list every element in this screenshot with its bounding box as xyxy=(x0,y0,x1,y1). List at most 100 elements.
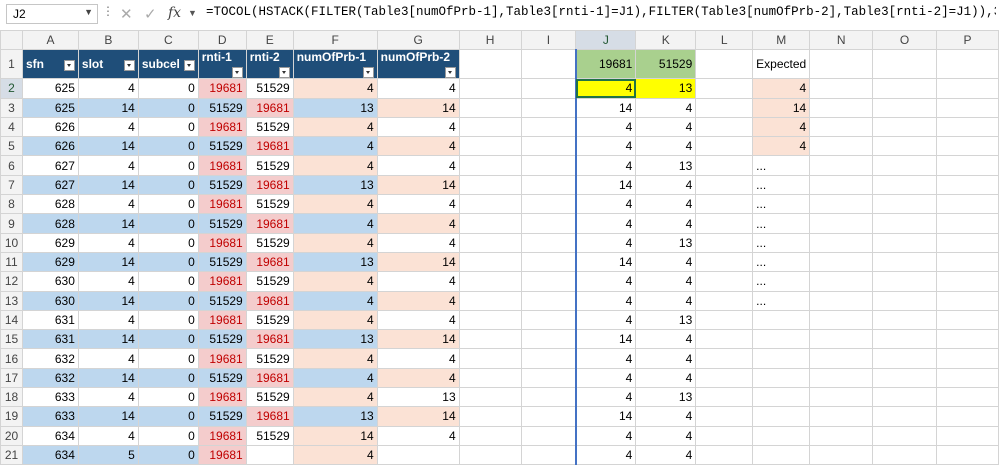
cell[interactable] xyxy=(935,136,999,157)
cell[interactable] xyxy=(458,232,522,253)
row-header-21[interactable]: 21 xyxy=(0,444,23,465)
cell[interactable] xyxy=(458,367,522,389)
cell[interactable] xyxy=(872,406,937,427)
cell[interactable] xyxy=(695,367,754,389)
cell[interactable] xyxy=(809,213,874,234)
row-header-16[interactable]: 16 xyxy=(0,348,23,369)
cell[interactable] xyxy=(458,329,522,350)
table-cell[interactable]: 4 xyxy=(292,367,378,389)
table-cell[interactable]: 0 xyxy=(137,367,199,389)
cell[interactable] xyxy=(872,136,937,157)
cell[interactable] xyxy=(458,387,522,408)
table-cell[interactable]: 4 xyxy=(292,78,378,99)
table-cell[interactable]: 4 xyxy=(292,290,378,311)
spill-cell[interactable]: 4 xyxy=(574,271,637,292)
cell[interactable] xyxy=(935,290,999,311)
table-cell[interactable]: 51529 xyxy=(197,97,247,118)
spill-cell[interactable]: 4 xyxy=(635,348,697,369)
spill-cell[interactable]: 4 xyxy=(635,174,697,196)
cell[interactable] xyxy=(520,232,577,253)
table-cell[interactable]: 4 xyxy=(376,78,460,99)
row-header-14[interactable]: 14 xyxy=(0,309,23,331)
column-header-h[interactable]: H xyxy=(458,29,522,51)
cell[interactable] xyxy=(520,155,577,176)
filter-dropdown-icon[interactable] xyxy=(183,60,195,72)
spill-cell[interactable]: 4 xyxy=(574,348,637,369)
spill-cell[interactable]: 4 xyxy=(574,155,637,176)
spill-cell[interactable]: 4 xyxy=(635,116,697,138)
cell[interactable] xyxy=(458,155,522,176)
table-cell[interactable]: 0 xyxy=(137,271,199,292)
cell[interactable] xyxy=(458,194,522,215)
cell[interactable] xyxy=(458,78,522,99)
table-cell[interactable]: 0 xyxy=(137,425,199,446)
table-cell[interactable]: 0 xyxy=(137,116,199,138)
table-cell[interactable]: 0 xyxy=(137,406,199,427)
table-cell[interactable]: 19681 xyxy=(245,251,294,273)
table-cell[interactable]: 4 xyxy=(77,194,139,215)
table-cell[interactable]: 0 xyxy=(137,232,199,253)
table-cell[interactable]: 13 xyxy=(292,251,378,273)
table-cell[interactable]: 4 xyxy=(77,271,139,292)
spill-cell[interactable]: 13 xyxy=(635,309,697,331)
table-cell[interactable]: 4 xyxy=(376,367,460,389)
cell[interactable] xyxy=(695,444,754,465)
cell[interactable] xyxy=(809,367,874,389)
row-header-12[interactable]: 12 xyxy=(0,271,23,292)
cell[interactable] xyxy=(520,367,577,389)
cell[interactable] xyxy=(695,97,754,118)
cell[interactable] xyxy=(752,329,811,350)
spill-cell[interactable]: 4 xyxy=(635,406,697,427)
row-header-1[interactable]: 1 xyxy=(0,49,23,80)
cell[interactable] xyxy=(809,136,874,157)
column-header-f[interactable]: F xyxy=(292,29,378,51)
table-cell[interactable]: 626 xyxy=(21,116,79,138)
table-cell[interactable]: 0 xyxy=(137,194,199,215)
cell[interactable] xyxy=(520,213,577,234)
table-cell[interactable]: 19681 xyxy=(245,174,294,196)
cell[interactable] xyxy=(809,49,874,80)
row-header-18[interactable]: 18 xyxy=(0,387,23,408)
cell[interactable] xyxy=(520,348,577,369)
table-cell[interactable]: 4 xyxy=(77,425,139,446)
cell[interactable] xyxy=(520,329,577,350)
cell[interactable] xyxy=(520,290,577,311)
insert-function-icon[interactable]: fx xyxy=(168,5,181,21)
table-cell[interactable]: 4 xyxy=(376,136,460,157)
spill-cell[interactable]: 13 xyxy=(635,387,697,408)
table-cell[interactable]: 13 xyxy=(292,174,378,196)
cell[interactable] xyxy=(935,387,999,408)
table-cell[interactable]: 630 xyxy=(21,290,79,311)
formula-input[interactable]: =TOCOL(HSTACK(FILTER(Table3[numOfPrb-1],… xyxy=(206,5,996,25)
cell[interactable] xyxy=(520,174,577,196)
cell[interactable] xyxy=(520,251,577,273)
spreadsheet-grid[interactable]: ABCDEFGHIJKLMNOP 1 sfn slot subcel rnti-1 rnt… xyxy=(0,29,999,465)
cell[interactable] xyxy=(695,271,754,292)
cell[interactable] xyxy=(872,174,937,196)
column-header-a[interactable]: A xyxy=(21,29,79,51)
expected-value[interactable]: 4 xyxy=(752,136,811,157)
table-cell[interactable]: 4 xyxy=(292,348,378,369)
spill-cell[interactable]: 4 xyxy=(574,444,637,465)
cell[interactable] xyxy=(935,155,999,176)
table-cell[interactable]: 4 xyxy=(292,309,378,331)
row-header-6[interactable]: 6 xyxy=(0,155,23,176)
cell[interactable] xyxy=(458,290,522,311)
spill-cell[interactable]: 14 xyxy=(574,251,637,273)
table-cell[interactable]: 13 xyxy=(292,329,378,350)
row-header-8[interactable]: 8 xyxy=(0,194,23,215)
cell[interactable] xyxy=(872,116,937,138)
table-cell[interactable]: 4 xyxy=(376,348,460,369)
table-cell[interactable]: 51529 xyxy=(197,136,247,157)
cell[interactable] xyxy=(695,194,754,215)
cell[interactable] xyxy=(458,116,522,138)
spill-cell[interactable]: 4 xyxy=(635,329,697,350)
table-cell[interactable]: 51529 xyxy=(245,194,294,215)
filter-dropdown-icon[interactable] xyxy=(362,67,374,78)
cell[interactable] xyxy=(872,329,937,350)
table-cell[interactable]: 633 xyxy=(21,406,79,427)
table-cell[interactable]: 630 xyxy=(21,271,79,292)
table-cell[interactable]: 14 xyxy=(77,406,139,427)
cancel-icon[interactable]: ✕ xyxy=(120,5,133,23)
table-cell[interactable]: 0 xyxy=(137,329,199,350)
